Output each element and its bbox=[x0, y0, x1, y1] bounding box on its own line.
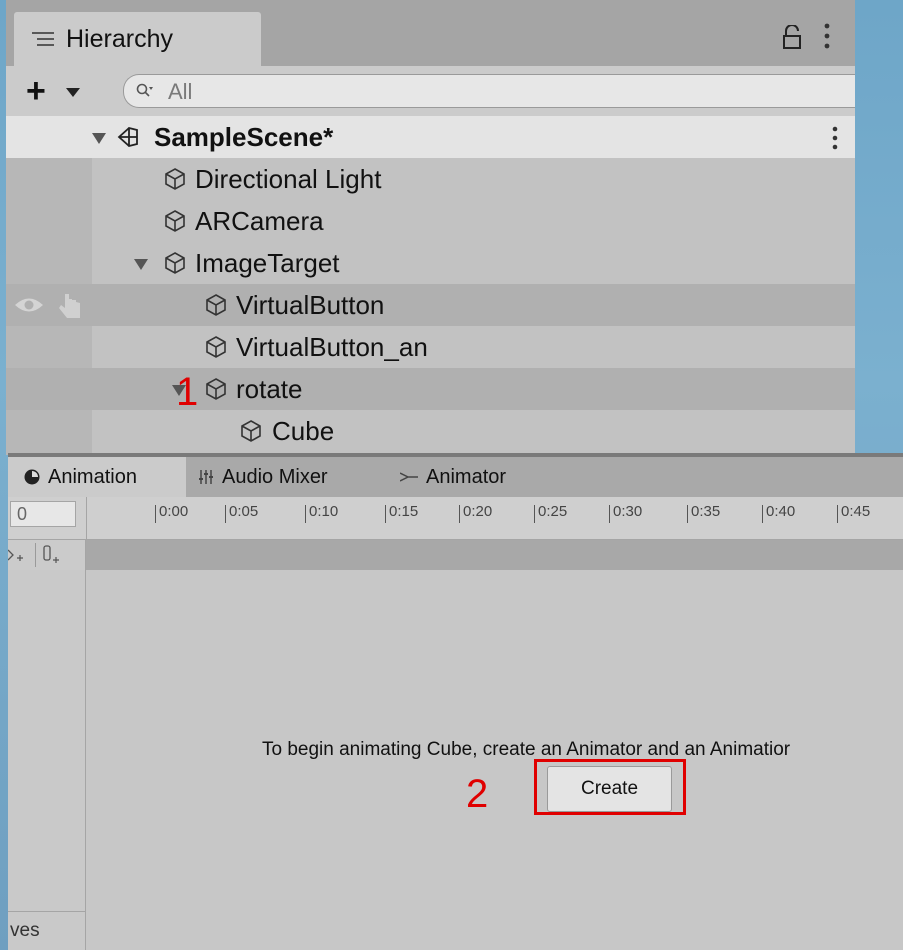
tree-item-label: VirtualButton_an bbox=[236, 332, 428, 362]
timeline-tick: 0:30 bbox=[609, 504, 642, 523]
tab-animator[interactable]: Animator bbox=[400, 457, 506, 497]
scene-row[interactable]: SampleScene* bbox=[6, 116, 855, 158]
tree-item[interactable]: ARCamera bbox=[6, 200, 855, 242]
tree-item[interactable]: Directional Light bbox=[6, 158, 855, 200]
tree-item-label: ImageTarget bbox=[195, 248, 340, 278]
expand-arrow-icon[interactable] bbox=[92, 133, 106, 144]
list-icon bbox=[32, 32, 54, 46]
tree-item-label: rotate bbox=[236, 374, 303, 404]
add-object-button[interactable]: + bbox=[26, 74, 46, 108]
chevron-down-icon[interactable] bbox=[66, 88, 80, 97]
timeline-header: 0 0:00 0:05 0:10 0:15 0:20 0:25 0:30 0:3… bbox=[8, 497, 903, 540]
timeline-tick: 0:10 bbox=[305, 504, 338, 523]
tree-item[interactable]: rotate 1 bbox=[6, 368, 855, 414]
tab-label: Animator bbox=[426, 465, 507, 488]
gameobject-cube-icon bbox=[206, 378, 226, 400]
tree-item-label: ARCamera bbox=[195, 206, 324, 236]
lock-icon[interactable] bbox=[782, 25, 802, 49]
keyframe-tools bbox=[8, 540, 86, 570]
tree-item[interactable]: ImageTarget bbox=[6, 242, 855, 284]
curves-tab[interactable]: ves bbox=[10, 920, 40, 942]
timeline-tick: 0:05 bbox=[225, 504, 258, 523]
timeline-tick: 0:20 bbox=[459, 504, 492, 523]
tab-hierarchy[interactable]: Hierarchy bbox=[14, 12, 261, 66]
annotation-marker-2: 2 bbox=[466, 772, 489, 816]
tab-label: Audio Mixer bbox=[222, 465, 328, 488]
search-box[interactable] bbox=[123, 74, 855, 108]
eye-icon[interactable] bbox=[14, 296, 44, 314]
animation-tab-bar: Animation Audio Mixer Animator bbox=[8, 457, 903, 497]
toolbar-separator bbox=[35, 543, 36, 567]
clock-icon bbox=[24, 469, 40, 485]
gameobject-cube-icon bbox=[206, 294, 226, 316]
pick-hand-icon[interactable] bbox=[56, 290, 84, 320]
create-button[interactable]: Create bbox=[547, 766, 672, 812]
timeline-tick: 0:00 bbox=[155, 504, 188, 523]
frame-field[interactable]: 0 bbox=[10, 501, 76, 527]
create-animator-message: To begin animating Cube, create an Anima… bbox=[262, 739, 791, 760]
annotation-marker-1: 1 bbox=[176, 370, 199, 414]
animator-icon bbox=[400, 472, 418, 482]
tab-audio-mixer[interactable]: Audio Mixer bbox=[198, 457, 328, 497]
tree-item-label: VirtualButton bbox=[236, 290, 385, 320]
scene-name: SampleScene* bbox=[154, 122, 334, 152]
gameobject-cube-icon bbox=[165, 168, 185, 190]
tree-item[interactable]: Cube bbox=[6, 410, 855, 452]
timeline-tick: 0:45 bbox=[837, 504, 870, 523]
add-keyframe-icon[interactable] bbox=[8, 546, 28, 564]
tree-item[interactable]: VirtualButton bbox=[6, 284, 855, 326]
animation-panel: Animation Audio Mixer Animator 0 0:00 0:… bbox=[8, 453, 903, 950]
add-event-icon[interactable] bbox=[42, 544, 62, 566]
timeline-tick: 0:40 bbox=[762, 504, 795, 523]
search-input[interactable] bbox=[166, 77, 770, 107]
tree-item-label: Directional Light bbox=[195, 164, 382, 194]
gameobject-cube-icon bbox=[165, 210, 185, 232]
expand-arrow-icon[interactable] bbox=[134, 259, 148, 270]
property-list: ves bbox=[8, 570, 86, 950]
hierarchy-title: Hierarchy bbox=[66, 24, 173, 53]
hierarchy-panel: Hierarchy + SampleScene* bbox=[6, 0, 855, 455]
more-options-icon[interactable] bbox=[824, 22, 830, 50]
gameobject-cube-icon bbox=[206, 336, 226, 358]
timeline-tick: 0:15 bbox=[385, 504, 418, 523]
timeline-tick: 0:35 bbox=[687, 504, 720, 523]
unity-scene-icon bbox=[117, 127, 138, 147]
gameobject-cube-icon bbox=[165, 252, 185, 274]
tree-item[interactable]: VirtualButton_an bbox=[6, 326, 855, 368]
keyframe-row bbox=[8, 540, 903, 570]
mixer-icon bbox=[199, 470, 213, 484]
tab-label: Animation bbox=[48, 465, 137, 488]
event-track[interactable] bbox=[86, 540, 903, 570]
divider bbox=[8, 911, 86, 912]
search-icon bbox=[136, 83, 153, 97]
tree-item-label: Cube bbox=[272, 416, 335, 446]
tab-animation[interactable]: Animation bbox=[8, 457, 186, 497]
hierarchy-tree: SampleScene* Directional Light ARCamera … bbox=[6, 116, 855, 455]
hierarchy-toolbar: + bbox=[6, 66, 855, 116]
timeline-tick: 0:25 bbox=[534, 504, 567, 523]
timeline-ruler[interactable]: 0:00 0:05 0:10 0:15 0:20 0:25 0:30 0:35 … bbox=[86, 497, 903, 539]
scene-menu-icon[interactable] bbox=[832, 125, 838, 151]
gameobject-cube-icon bbox=[241, 420, 261, 442]
hierarchy-tab-bar: Hierarchy bbox=[6, 0, 855, 66]
